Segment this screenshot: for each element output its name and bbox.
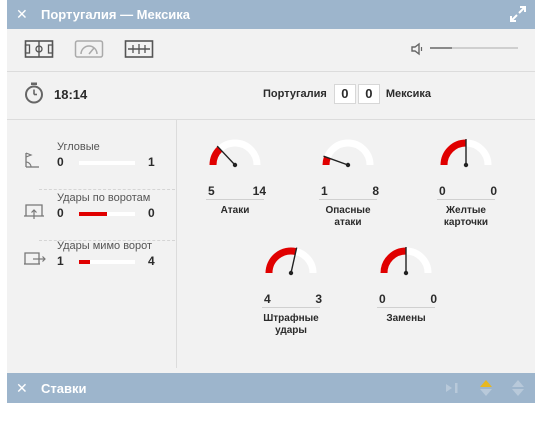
stat-home-value: 0 <box>57 155 64 169</box>
gauge-pivot <box>345 162 351 168</box>
goal-shot-icon <box>24 204 44 219</box>
gauge-label: Желтые карточки <box>443 205 489 228</box>
match-title: Португалия — Мексика <box>41 7 191 22</box>
gauge-fill <box>440 139 467 166</box>
divider <box>319 199 377 200</box>
match-clock: 18:14 <box>54 87 88 102</box>
home-team-name: Португалия <box>263 87 327 100</box>
gauge-label: Атаки <box>220 205 250 216</box>
stat-home-value: 1 <box>57 254 64 268</box>
gauge-away-value: 14 <box>252 184 266 198</box>
stat-away-value: 4 <box>148 254 155 268</box>
gauge-fill <box>322 156 331 166</box>
stat-bar-fill <box>79 260 91 264</box>
gauge-away-value: 3 <box>315 292 322 306</box>
stat-bar <box>79 161 135 165</box>
stat-shots-off-target: Удары мимо ворот 1 4 <box>7 240 177 290</box>
gauge-pivot <box>403 270 409 276</box>
volume-slider[interactable] <box>430 47 518 49</box>
shot-wide-icon <box>24 252 46 265</box>
divider <box>7 71 535 72</box>
gauge-away-value: 0 <box>490 184 497 198</box>
stat-bar-fill <box>79 212 107 216</box>
gauge-pivot <box>288 270 294 276</box>
stat-shots-on-target: Удары по воротам 0 0 <box>7 192 177 242</box>
divider <box>377 307 435 308</box>
close-icon[interactable]: ✕ <box>16 6 28 22</box>
gauge-away-value: 8 <box>372 184 379 198</box>
expand-arrows-icon[interactable] <box>509 5 527 23</box>
divider <box>262 307 320 308</box>
sort-arrows-active-icon[interactable] <box>479 379 493 397</box>
gauge-home-value: 0 <box>439 184 446 198</box>
gauge-label: Опасные атаки <box>325 205 371 228</box>
gauge-home-value: 0 <box>379 292 386 306</box>
gauge-dial <box>209 139 261 168</box>
gauge-label: Штрафные удары <box>263 313 319 336</box>
gauge-home-value: 4 <box>264 292 271 306</box>
stat-label: Удары по воротам <box>57 192 151 204</box>
timeline-icon[interactable] <box>124 39 154 59</box>
stat-away-value: 0 <box>148 206 155 220</box>
speedometer-icon[interactable] <box>74 39 104 59</box>
speaker-icon[interactable] <box>411 42 425 56</box>
match-header: ✕ Португалия — Мексика <box>7 0 535 29</box>
divider <box>437 199 495 200</box>
field-view-icon[interactable] <box>24 39 54 59</box>
sort-arrows-icon[interactable] <box>511 379 525 397</box>
gauge-track <box>322 139 374 166</box>
away-team-name: Мексика <box>385 87 432 100</box>
close-icon[interactable]: ✕ <box>16 380 28 396</box>
corner-flag-icon <box>25 152 39 168</box>
gauge-dial <box>322 139 374 168</box>
stat-label: Удары мимо ворот <box>57 240 153 252</box>
gauge-home-value: 1 <box>321 184 328 198</box>
bets-title: Ставки <box>41 381 87 396</box>
gauge-home-value: 5 <box>208 184 215 198</box>
bets-header[interactable]: ✕ Ставки <box>7 373 535 403</box>
gauge-label: Замены <box>386 313 426 324</box>
stats-list: Угловые 0 1 Удары по воротам 0 0 Удары м… <box>7 120 177 368</box>
stat-label: Угловые <box>57 141 100 153</box>
divider <box>39 189 175 190</box>
stat-bar <box>79 260 135 264</box>
stat-corners: Угловые 0 1 <box>7 141 177 191</box>
pin-icon[interactable] <box>445 381 463 395</box>
stat-bar <box>79 212 135 216</box>
gauge-dial <box>440 139 492 168</box>
gauges-area: 5 14 Атаки 1 8 Опасные атаки 0 0 Желтые … <box>178 120 535 370</box>
gauge-away-value: 0 <box>430 292 437 306</box>
stat-home-value: 0 <box>57 206 64 220</box>
volume-level <box>430 47 452 49</box>
gauge-dial <box>265 247 317 276</box>
gauge-pivot <box>463 162 469 168</box>
scoreboard: Португалия 0 0 Мексика <box>263 84 431 104</box>
gauge-needle <box>216 145 236 166</box>
view-toolbar <box>7 29 535 71</box>
gauge-fill <box>209 146 223 166</box>
gauge-pivot <box>232 162 238 168</box>
gauge-fill <box>380 247 407 274</box>
gauge-dial <box>380 247 432 276</box>
home-score: 0 <box>333 84 356 104</box>
stat-away-value: 1 <box>148 155 155 169</box>
divider <box>206 199 264 200</box>
away-score: 0 <box>357 84 380 104</box>
stopwatch-icon <box>25 82 43 104</box>
